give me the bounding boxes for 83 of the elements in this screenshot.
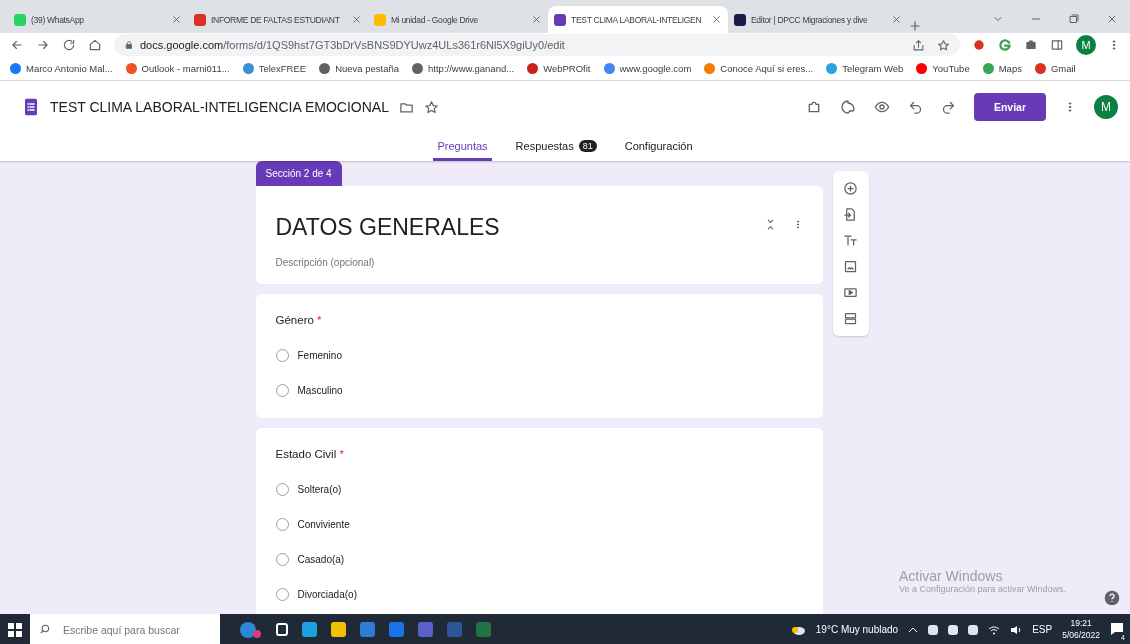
wifi-icon[interactable] (988, 624, 1001, 635)
back-icon[interactable] (10, 38, 24, 52)
browser-tab[interactable]: (39) WhatsApp (8, 6, 188, 33)
speaker-icon[interactable] (1010, 624, 1023, 635)
send-button[interactable]: Enviar (973, 93, 1046, 121)
description-field[interactable]: Descripción (opcional) (275, 257, 803, 268)
section-icon[interactable] (843, 311, 858, 326)
clock-date[interactable]: 5/06/2022 (1062, 629, 1100, 641)
weather-text[interactable]: 19°C Muy nublado (815, 624, 899, 635)
side-panel-icon[interactable] (1050, 38, 1064, 52)
url-text: docs.google.com/forms/d/1QS9hst7GT3bDrVsBNS9DYUwz4ULs361r6Nl5X9giUy0/edit (140, 39, 565, 51)
palette-icon[interactable] (839, 99, 856, 115)
star-icon[interactable] (937, 38, 950, 52)
taskbar-search-field[interactable]: Escribe aquí para buscar (30, 614, 220, 644)
browser-tab[interactable]: INFORME DE FALTAS ESTUDIANT (188, 6, 368, 33)
close-icon[interactable] (171, 14, 182, 25)
forward-icon[interactable] (36, 38, 50, 52)
close-icon[interactable] (891, 14, 902, 25)
bookmark-link[interactable]: http://www.ganand... (428, 63, 515, 74)
profile-avatar[interactable]: M (1076, 35, 1096, 55)
bookmark-link[interactable]: Gmail (1050, 63, 1076, 74)
eye-icon[interactable] (873, 99, 890, 115)
option-label: Soltera(o) (297, 484, 342, 495)
task-view-icon[interactable] (276, 623, 288, 636)
profile-avatar[interactable]: M (1094, 95, 1118, 119)
bookmark-link[interactable]: Outlook - marni011... (141, 63, 230, 74)
bookmark-link[interactable]: Marco Antonio Mal... (26, 63, 113, 74)
extension-icon[interactable] (972, 38, 986, 52)
option-label: Casado(a) (297, 554, 345, 565)
option-label: Divorciada(o) (297, 589, 357, 600)
add-circle-icon[interactable] (843, 181, 858, 196)
close-icon[interactable] (531, 14, 542, 25)
home-icon[interactable] (88, 38, 102, 52)
tray-icon[interactable] (948, 624, 959, 635)
windows-start-icon[interactable] (8, 622, 22, 637)
activation-notice: Ve a Configuración para activar Windows. (898, 584, 1066, 594)
clock-time[interactable]: 19:21 (1070, 618, 1092, 630)
language-indicator[interactable]: ESP (1032, 624, 1053, 635)
globe-icon[interactable] (238, 619, 262, 640)
restore-icon[interactable] (1068, 13, 1080, 25)
tray-icon[interactable] (968, 624, 979, 635)
star-icon[interactable] (423, 99, 439, 115)
reload-icon[interactable] (62, 38, 76, 52)
form-tab[interactable]: Respuestas 81 (511, 133, 601, 161)
browser-tab[interactable]: Mi unidad - Google Drive (368, 6, 548, 33)
title-icon[interactable] (843, 233, 858, 248)
bookmark-link[interactable]: www.google.com (619, 63, 692, 74)
option-label: Femenino (297, 350, 342, 361)
form-tab[interactable]: Configuración (620, 133, 697, 161)
import-icon[interactable] (843, 207, 858, 222)
redo-icon[interactable] (940, 99, 956, 115)
notification-icon[interactable] (1110, 621, 1124, 636)
search-input[interactable]: Escribe aquí para buscar (61, 622, 210, 637)
option-label: Masculino (297, 385, 343, 396)
help-icon[interactable] (1104, 590, 1120, 606)
bookmark-link[interactable]: Maps (998, 63, 1022, 74)
image-icon[interactable] (843, 259, 858, 274)
address-bar[interactable]: docs.google.com/forms/d/1QS9hst7GT3bDrVsBNS9DYUwz4ULs361r6Nl5X9giUy0/edit (114, 34, 960, 56)
tray-icon[interactable] (928, 624, 939, 635)
extension-icon[interactable] (998, 38, 1012, 52)
browser-tab[interactable]: TEST CLIMA LABORAL-INTELIGEN (548, 6, 728, 33)
close-icon[interactable] (1106, 13, 1118, 25)
bookmark-link[interactable]: TelexFREE (258, 63, 307, 74)
bookmark-link[interactable]: YouTube (932, 63, 970, 74)
close-icon[interactable] (711, 14, 722, 25)
form-title[interactable]: TEST CLIMA LABORAL-INTELIGENCIA EMOCIONAL (50, 99, 389, 115)
section-title[interactable]: DATOS GENERALES (275, 208, 764, 241)
question-title: Género * (275, 314, 323, 326)
question-title: Estado Civil * (275, 448, 345, 460)
activation-title: Activar Windows (898, 568, 1004, 584)
bookmark-link[interactable]: Conoce Aquí si eres... (720, 63, 814, 74)
lock-icon (124, 40, 134, 50)
response-count: 81 (578, 139, 597, 152)
browser-tab[interactable]: Editor | DPCC Migraciones y dive (728, 6, 908, 33)
share-icon[interactable] (912, 38, 925, 52)
bookmark-link[interactable]: WebPROfit (543, 63, 591, 74)
close-icon[interactable] (351, 14, 362, 25)
section-label: Sección 2 de 4 (255, 161, 342, 186)
option-label: Conviviente (297, 519, 350, 530)
undo-icon[interactable] (907, 99, 923, 115)
bookmark-link[interactable]: Telegram Web (842, 63, 904, 74)
video-icon[interactable] (843, 285, 858, 300)
bookmark-link[interactable]: Nueva pestaña (335, 63, 400, 74)
